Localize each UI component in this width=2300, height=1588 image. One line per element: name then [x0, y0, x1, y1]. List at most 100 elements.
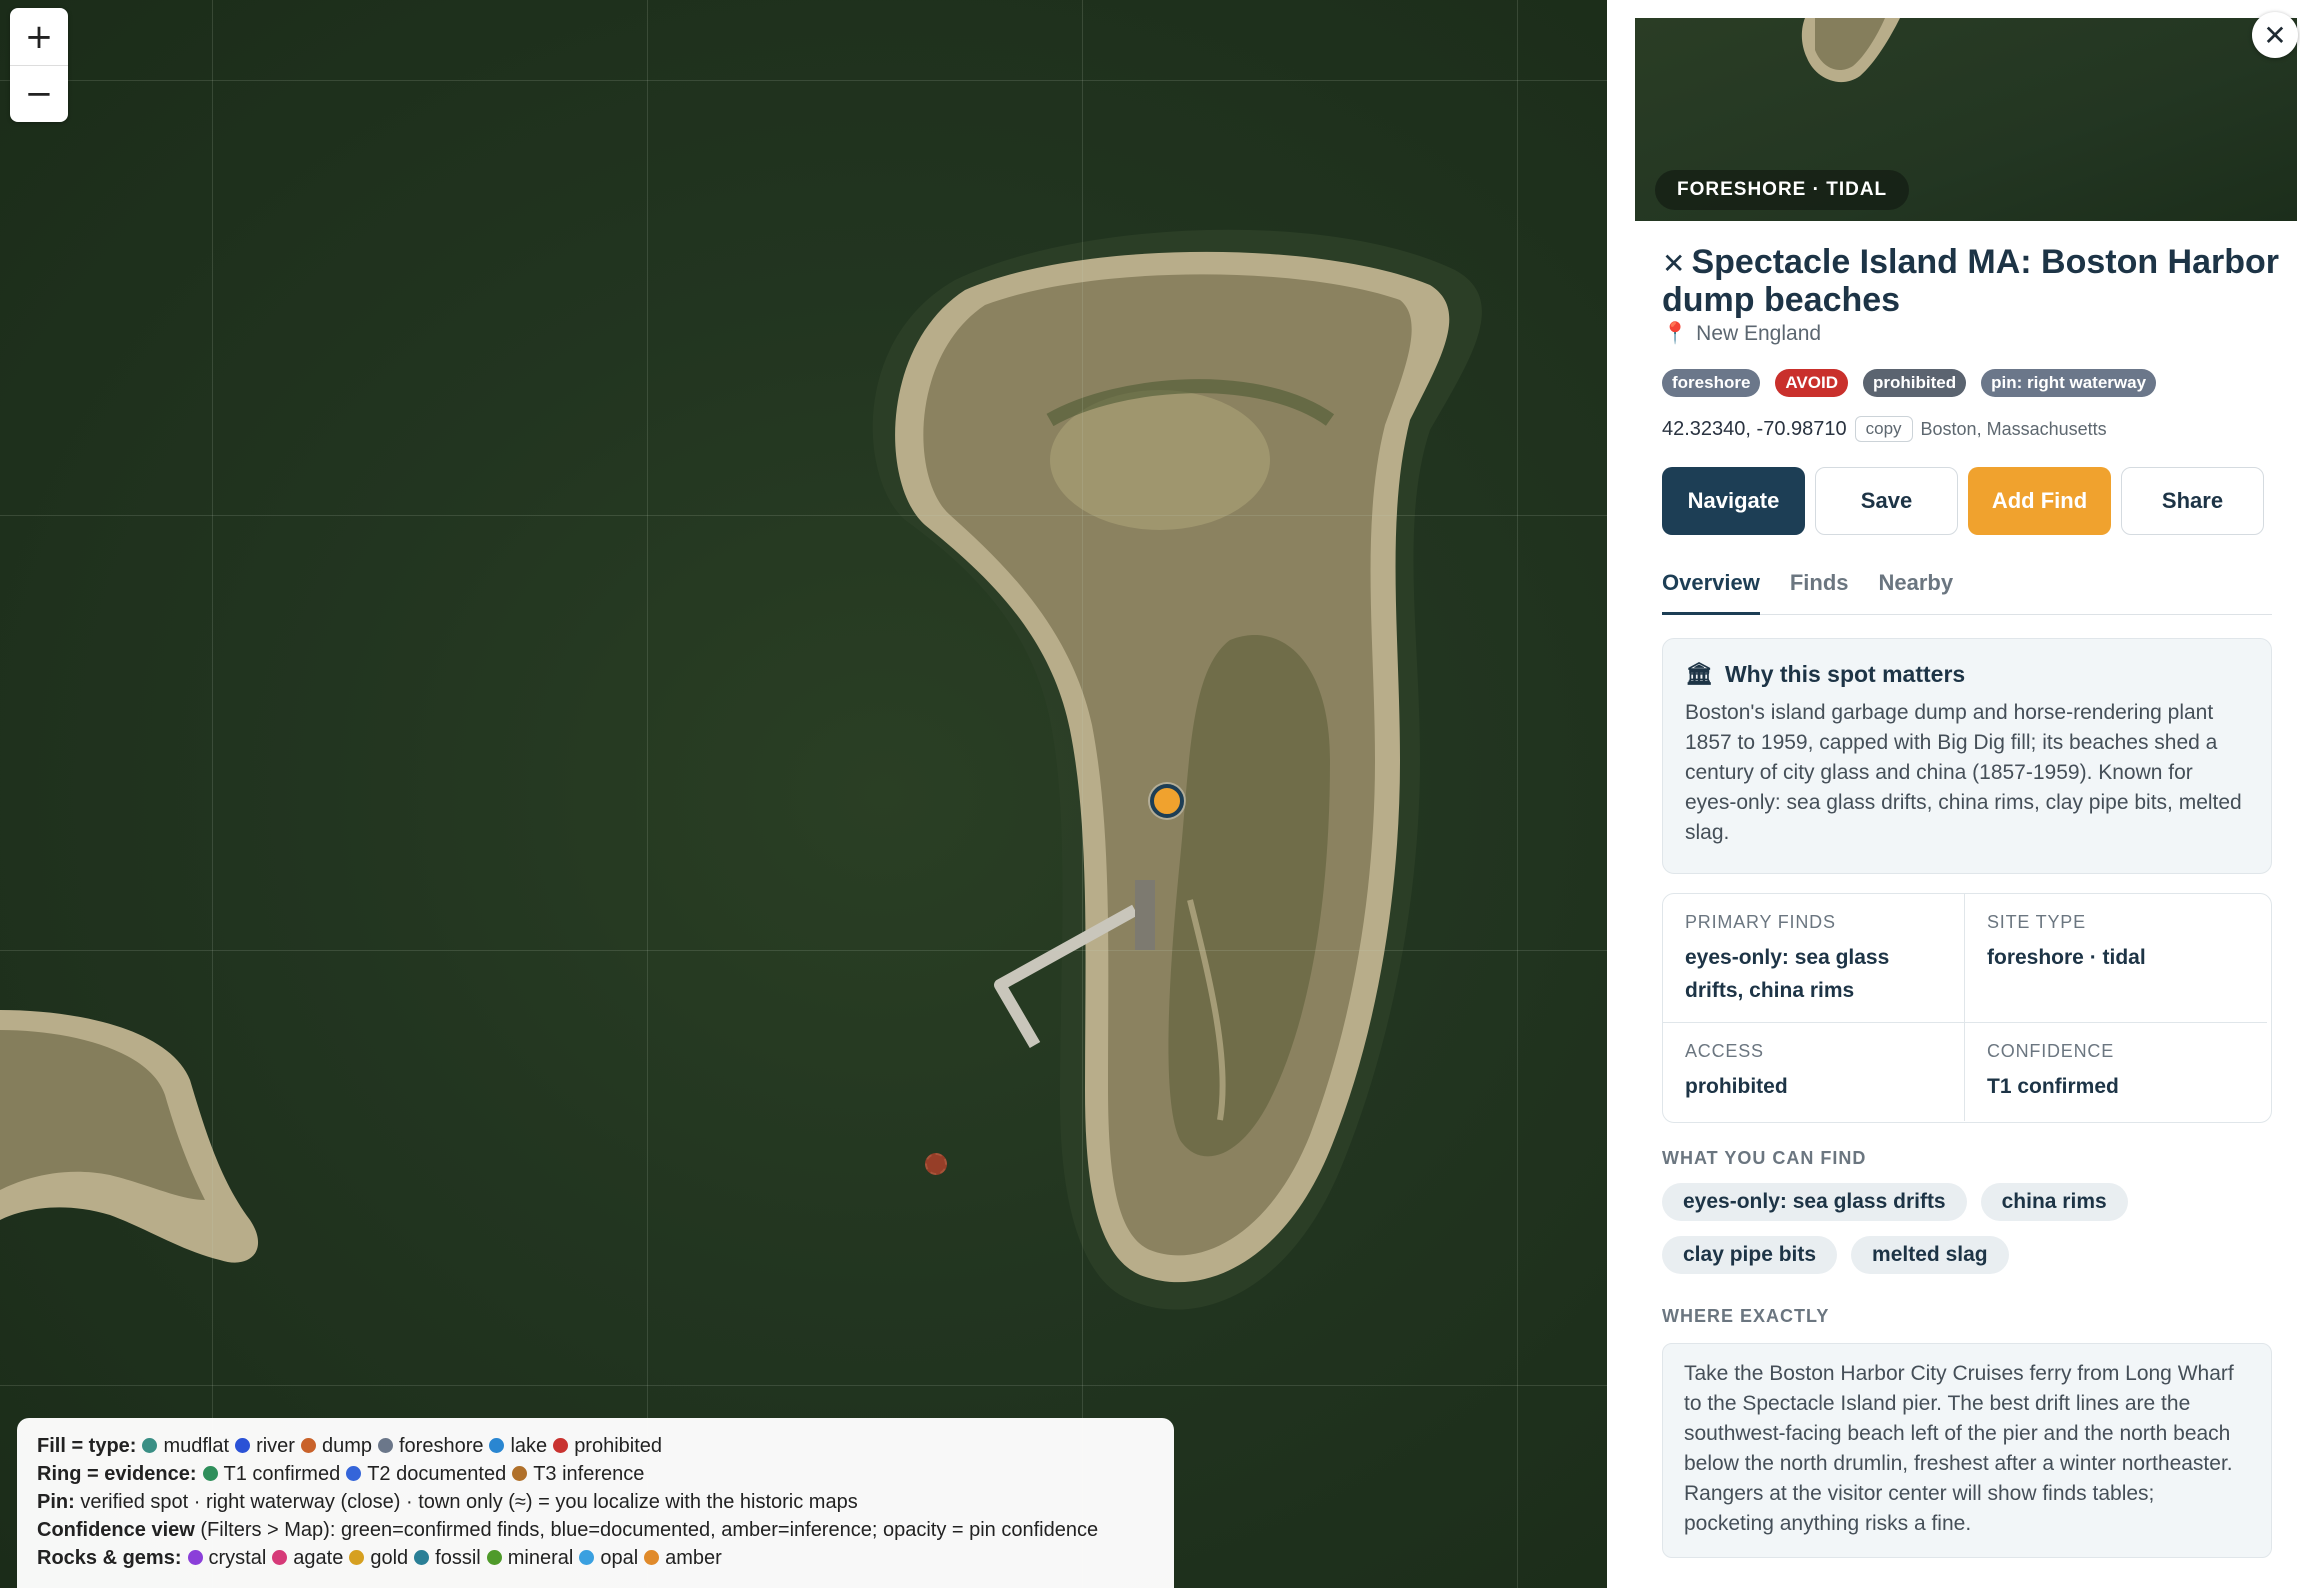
site-type-badge: FORESHORE · TIDAL	[1655, 170, 1910, 210]
find-chip[interactable]: china rims	[1980, 1183, 2128, 1221]
location-pin-icon: 📍	[1662, 322, 1689, 345]
tab-overview[interactable]: Overview	[1662, 570, 1760, 615]
close-x-icon[interactable]: ✕	[1662, 247, 1685, 280]
grid-line	[0, 80, 1607, 81]
tab-bar: Overview Finds Nearby	[1662, 570, 2272, 615]
tab-finds[interactable]: Finds	[1790, 570, 1849, 615]
what-you-can-find-heading: WHAT YOU CAN FIND	[1662, 1148, 1867, 1168]
legend-rock-label: agate	[293, 1547, 344, 1569]
map-view[interactable]: + − Fill = type: mudflat river dump foreshor…	[0, 0, 1607, 1588]
navigate-button[interactable]: Navigate	[1662, 467, 1805, 535]
site-detail-panel: FORESHORE · TIDAL ✕ Spectacle Island MA: …	[1607, 0, 2300, 1588]
fact-label: ACCESS	[1685, 1041, 1764, 1061]
place-name: Boston, Massachusetts	[1920, 418, 2107, 439]
legend-rock-label: fossil	[435, 1547, 481, 1569]
why-title-text: Why this spot matters	[1724, 661, 1966, 687]
share-button[interactable]: Share	[2121, 467, 2264, 535]
museum-icon: 🏛	[1685, 662, 1713, 687]
legend-ring-row: Ring = evidence: T1 confirmed T2 documente…	[37, 1460, 1154, 1488]
grid-line	[0, 950, 1607, 951]
fact-access: ACCESS prohibited	[1663, 1023, 1965, 1121]
hero-image: FORESHORE · TIDAL	[1635, 18, 2297, 221]
legend-ring-label: T3 inference	[533, 1463, 645, 1485]
region-text: New England	[1696, 322, 1822, 345]
coordinates-row: 42.32340, -70.98710 copy Boston, Massach…	[1662, 416, 2107, 442]
map-legend: Fill = type: mudflat river dump foreshore lak…	[17, 1418, 1174, 1588]
grid-line	[212, 0, 213, 1588]
fact-value: eyes-only: sea glass drifts, china rims	[1685, 946, 1890, 1002]
legend-rock-swatch	[272, 1550, 288, 1565]
close-panel-button[interactable]: ✕	[2252, 12, 2298, 58]
legend-rock-swatch	[486, 1550, 502, 1565]
tag-badge: prohibited	[1863, 369, 1967, 397]
tab-nearby[interactable]: Nearby	[1879, 570, 1954, 615]
legend-fill-label: prohibited	[574, 1435, 663, 1457]
legend-fill-label: foreshore	[398, 1435, 484, 1457]
legend-pin-text: verified spot · right waterway (close) ·…	[80, 1491, 858, 1513]
why-text: Boston's island garbage dump and horse-r…	[1685, 701, 2242, 844]
legend-rock-swatch	[414, 1550, 430, 1565]
grid-line	[1517, 0, 1518, 1588]
tag-list: foreshore AVOID prohibited pin: right water…	[1662, 369, 2157, 397]
grid-line	[0, 1385, 1607, 1386]
legend-pin-label: Pin:	[37, 1491, 75, 1513]
legend-fill-swatch	[142, 1438, 158, 1453]
zoom-in-button[interactable]: +	[10, 8, 68, 65]
legend-confidence-row: Confidence view (Filters > Map): green=c…	[37, 1516, 1154, 1544]
legend-confidence-label: Confidence view	[37, 1519, 195, 1541]
coordinates: 42.32340, -70.98710	[1662, 417, 1847, 440]
tag-badge: AVOID	[1775, 369, 1848, 397]
legend-fill-label: mudflat	[163, 1435, 230, 1457]
zoom-control: + −	[10, 8, 68, 122]
why-section: 🏛 Why this spot matters Boston's island …	[1662, 638, 2272, 874]
find-chip[interactable]: eyes-only: sea glass drifts	[1662, 1183, 1967, 1221]
selected-site-pin[interactable]	[1150, 784, 1184, 818]
why-title: 🏛 Why this spot matters	[1685, 661, 2249, 688]
legend-confidence-text: (Filters > Map): green=confirmed finds, …	[200, 1519, 1099, 1541]
region: 📍 New England	[1662, 322, 1821, 346]
grid-line	[1082, 0, 1083, 1588]
legend-ring-swatch	[202, 1466, 218, 1481]
tag-badge: pin: right waterway	[1981, 369, 2157, 397]
facts-grid: PRIMARY FINDS eyes-only: sea glass drift…	[1662, 893, 2272, 1123]
find-chip[interactable]: melted slag	[1851, 1236, 2009, 1274]
legend-fill-label: river	[256, 1435, 295, 1457]
legend-rock-label: mineral	[507, 1547, 574, 1569]
legend-rock-swatch	[644, 1550, 660, 1565]
legend-fill-label: Fill = type:	[37, 1435, 137, 1457]
legend-ring-label: T1 confirmed	[223, 1463, 341, 1485]
legend-fill-swatch	[377, 1438, 393, 1453]
fact-label: SITE TYPE	[1987, 912, 2086, 932]
legend-fill-swatch	[235, 1438, 251, 1453]
legend-rocks-row: Rocks & gems: crystal agate gold fossil miner…	[37, 1544, 1154, 1572]
fact-confidence: CONFIDENCE T1 confirmed	[1965, 1023, 2267, 1121]
legend-rock-swatch	[579, 1550, 595, 1565]
add-find-button[interactable]: Add Find	[1968, 467, 2111, 535]
legend-fill-label: dump	[321, 1435, 372, 1457]
save-button[interactable]: Save	[1815, 467, 1958, 535]
legend-rocks-label: Rocks & gems:	[37, 1547, 182, 1569]
where-exactly-heading: WHERE EXACTLY	[1662, 1306, 1830, 1326]
finds-chip-list: eyes-only: sea glass drifts china rims cla…	[1662, 1183, 2282, 1274]
legend-rock-swatch	[187, 1550, 203, 1565]
zoom-out-button[interactable]: −	[10, 65, 68, 122]
where-exactly-text: Take the Boston Harbor City Cruises ferr…	[1662, 1343, 2272, 1558]
fact-label: CONFIDENCE	[1987, 1041, 2115, 1061]
grid-line	[647, 0, 648, 1588]
legend-ring-label: Ring = evidence:	[37, 1463, 197, 1485]
copy-coordinates-button[interactable]: copy	[1854, 416, 1913, 442]
legend-rock-label: amber	[665, 1547, 722, 1569]
legend-fill-swatch	[489, 1438, 505, 1453]
legend-rock-label: opal	[600, 1547, 639, 1569]
site-marker[interactable]	[925, 1153, 947, 1175]
fact-value: T1 confirmed	[1987, 1075, 2119, 1098]
legend-rock-swatch	[349, 1550, 365, 1565]
legend-pin-row: Pin: verified spot · right waterway (clo…	[37, 1488, 1154, 1516]
grid-line	[0, 515, 1607, 516]
fact-value: prohibited	[1685, 1075, 1788, 1098]
legend-ring-label: T2 documented	[367, 1463, 507, 1485]
legend-rock-label: gold	[370, 1547, 409, 1569]
site-title-text: Spectacle Island MA: Boston Harbor dump …	[1662, 243, 2280, 319]
satellite-terrain	[0, 229, 1482, 1310]
find-chip[interactable]: clay pipe bits	[1662, 1236, 1838, 1274]
